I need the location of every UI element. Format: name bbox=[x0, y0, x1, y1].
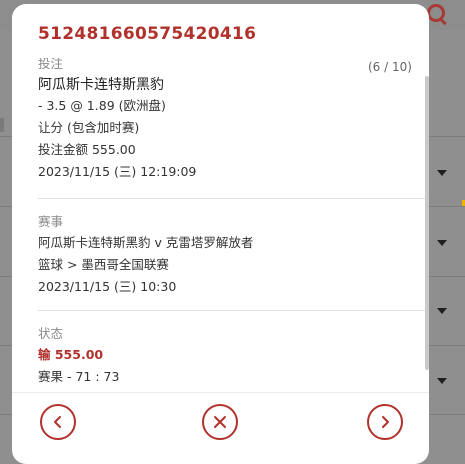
modal-footer bbox=[12, 392, 429, 453]
section-divider bbox=[38, 310, 426, 311]
event-section: 赛事 阿瓜斯卡连特斯黑豹 v 克雷塔罗解放者 篮球 > 墨西哥全国联赛 2023… bbox=[38, 214, 398, 298]
close-button[interactable] bbox=[202, 404, 238, 440]
status-result: 输 555.00 bbox=[38, 347, 104, 362]
bet-odds-line: - 3.5 @ 1.89 (欧洲盘) bbox=[38, 98, 166, 113]
chevron-down-icon bbox=[437, 308, 447, 314]
bet-stake: 投注金额 555.00 bbox=[38, 142, 136, 157]
previous-bet-button[interactable] bbox=[40, 404, 76, 440]
chevron-down-icon bbox=[437, 240, 447, 246]
bet-id-title: 512481660575420416 bbox=[38, 24, 257, 44]
chevron-down-icon bbox=[437, 170, 447, 176]
bet-selection: 阿瓜斯卡连特斯黑豹 bbox=[38, 77, 164, 93]
chevron-left-icon bbox=[54, 416, 61, 428]
next-bet-button[interactable] bbox=[367, 404, 403, 440]
modal-scroll-content[interactable]: 投注 阿瓜斯卡连特斯黑豹 - 3.5 @ 1.89 (欧洲盘) 让分 (包含加时… bbox=[12, 58, 429, 392]
bet-section: 投注 阿瓜斯卡连特斯黑豹 - 3.5 @ 1.89 (欧洲盘) 让分 (包含加时… bbox=[38, 58, 398, 183]
section-divider bbox=[38, 198, 426, 199]
event-label: 赛事 bbox=[38, 214, 64, 229]
status-section: 状态 输 555.00 赛果 - 71 : 73 bbox=[38, 326, 398, 388]
event-start-time: 2023/11/15 (三) 10:30 bbox=[38, 279, 177, 294]
match-score: 赛果 - 71 : 73 bbox=[38, 369, 120, 384]
background-list-marker bbox=[0, 118, 4, 132]
event-match: 阿瓜斯卡连特斯黑豹 v 克雷塔罗解放者 bbox=[38, 235, 254, 250]
chevron-right-icon bbox=[382, 416, 389, 428]
bet-detail-modal: 512481660575420416 投注 阿瓜斯卡连特斯黑豹 - 3.5 @ … bbox=[12, 4, 429, 464]
bet-label: 投注 bbox=[38, 58, 64, 71]
bet-counter: (6 / 10) bbox=[368, 60, 412, 74]
chevron-down-icon bbox=[437, 378, 447, 384]
scrollbar[interactable] bbox=[425, 76, 429, 370]
bet-market: 让分 (包含加时赛) bbox=[38, 120, 140, 135]
status-label: 状态 bbox=[38, 326, 64, 341]
close-icon bbox=[214, 416, 226, 428]
event-league: 篮球 > 墨西哥全国联赛 bbox=[38, 257, 169, 272]
bet-placed-time: 2023/11/15 (三) 12:19:09 bbox=[38, 164, 197, 179]
